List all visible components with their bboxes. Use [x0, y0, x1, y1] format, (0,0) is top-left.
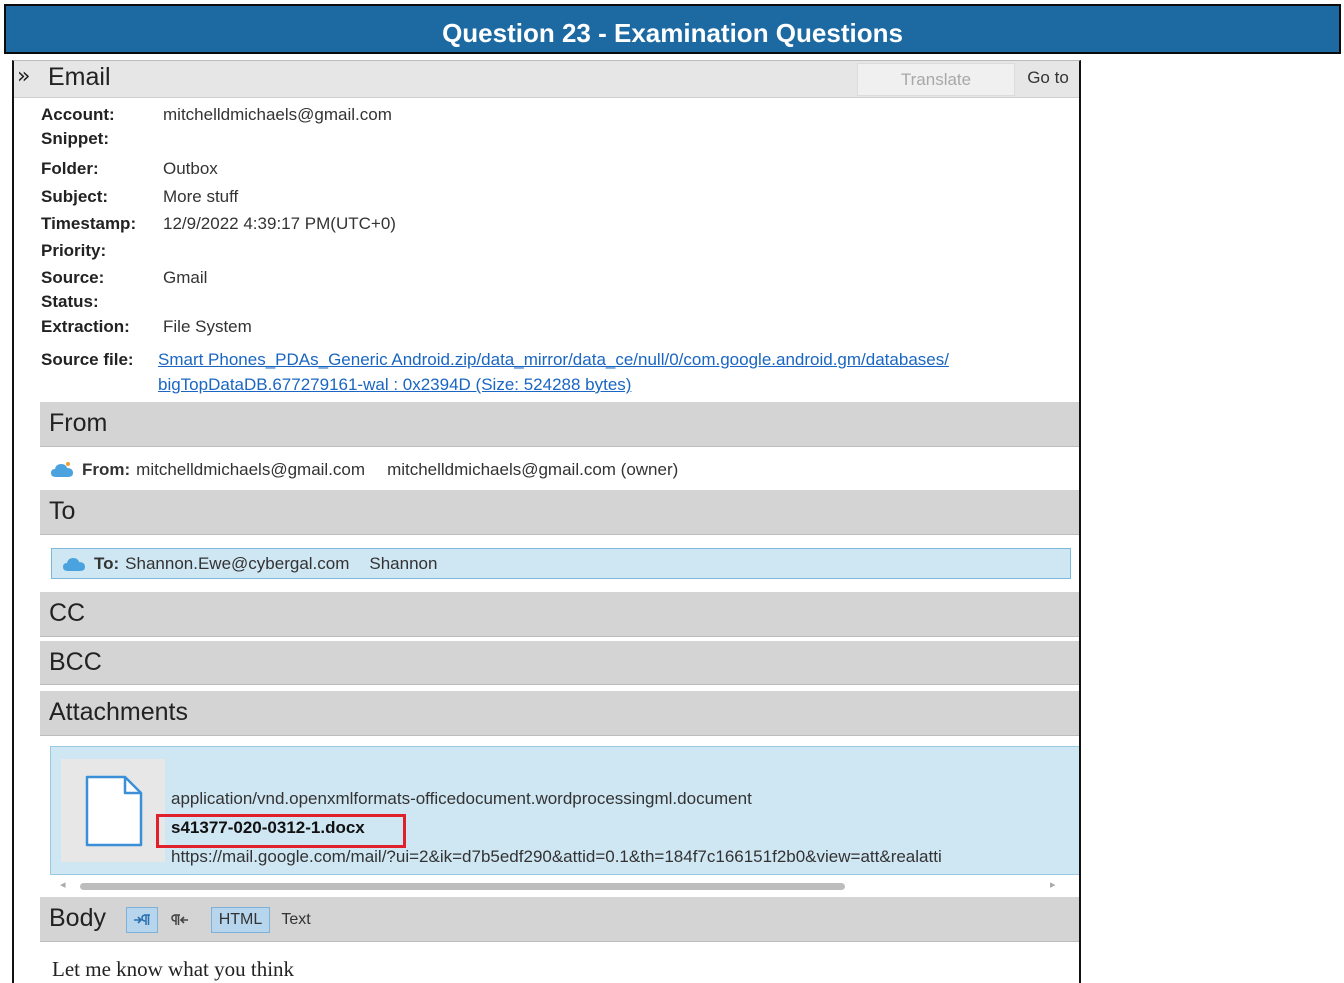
- sourcefile-link-line2[interactable]: bigTopDataDB.677279161-wal : 0x2394D (Si…: [158, 375, 631, 395]
- from-heading: From: [49, 409, 108, 437]
- from-display: mitchelldmichaels@gmail.com (owner): [387, 460, 679, 479]
- attachment-thumbnail: [61, 759, 165, 862]
- from-label: From:: [82, 460, 131, 479]
- email-titlebar: » Email Translate Go to: [14, 61, 1079, 98]
- filename-highlight-box: [156, 814, 406, 848]
- to-section-header: To: [40, 490, 1079, 535]
- from-section-header: From: [40, 402, 1079, 447]
- body-heading: Body: [49, 904, 106, 932]
- sourcefile-link-line1[interactable]: Smart Phones_PDAs_Generic Android.zip/da…: [158, 350, 949, 370]
- attachments-section-header: Attachments: [40, 691, 1079, 736]
- cc-section-header: CC: [40, 592, 1079, 637]
- account-label: Account:: [41, 105, 115, 124]
- scroll-right-arrow-icon[interactable]: ▸: [1050, 878, 1056, 891]
- cloud-contact-icon: [51, 462, 73, 477]
- attachment-mime: application/vnd.openxmlformats-officedoc…: [171, 789, 752, 808]
- document-icon: [85, 775, 143, 847]
- to-display: Shannon: [369, 554, 438, 573]
- to-label: To:: [94, 554, 120, 573]
- to-heading: To: [49, 497, 76, 525]
- double-chevron-icon[interactable]: »: [17, 64, 30, 89]
- question-banner: Question 23 - Examination Questions: [4, 4, 1341, 54]
- cloud-contact-icon: [63, 558, 85, 571]
- source-label: Source:: [41, 268, 105, 287]
- horizontal-scrollbar[interactable]: ◂ ▸: [50, 878, 1079, 894]
- subject-label: Subject:: [41, 187, 109, 206]
- status-label: Status:: [41, 292, 99, 311]
- to-address[interactable]: Shannon.Ewe@cybergal.com: [125, 554, 349, 574]
- cc-heading: CC: [49, 599, 86, 627]
- to-contact-row[interactable]: To: Shannon.Ewe@cybergal.com Shannon: [51, 548, 1071, 579]
- source-value: Gmail: [163, 268, 208, 287]
- rtl-paragraph-icon[interactable]: [166, 907, 194, 933]
- email-body-text: Let me know what you think: [52, 957, 295, 981]
- folder-label: Folder:: [41, 159, 99, 178]
- banner-title: Question 23 - Examination Questions: [442, 17, 903, 48]
- bcc-section-header: BCC: [40, 641, 1079, 685]
- account-value: mitchelldmichaels@gmail.com: [163, 105, 392, 124]
- from-address[interactable]: mitchelldmichaels@gmail.com: [136, 460, 365, 480]
- translate-button[interactable]: Translate: [857, 63, 1015, 96]
- html-view-toggle[interactable]: HTML: [211, 907, 270, 933]
- email-panel: » Email Translate Go to Account: mitchel…: [12, 60, 1081, 983]
- attachment-url[interactable]: https://mail.google.com/mail/?ui=2&ik=d7…: [171, 847, 942, 867]
- attachment-item[interactable]: application/vnd.openxmlformats-officedoc…: [50, 746, 1079, 875]
- attachments-heading: Attachments: [49, 698, 188, 726]
- goto-button[interactable]: Go to: [1017, 63, 1079, 93]
- text-view-toggle[interactable]: Text: [276, 907, 316, 933]
- ltr-paragraph-icon[interactable]: [126, 907, 158, 933]
- timestamp-value: 12/9/2022 4:39:17 PM(UTC+0): [163, 214, 396, 233]
- bcc-heading: BCC: [49, 648, 102, 676]
- extraction-label: Extraction:: [41, 317, 130, 336]
- timestamp-label: Timestamp:: [41, 214, 137, 233]
- scroll-left-arrow-icon[interactable]: ◂: [60, 878, 66, 891]
- subject-value: More stuff: [163, 187, 239, 206]
- folder-value: Outbox: [163, 159, 218, 178]
- sourcefile-label: Source file:: [41, 350, 134, 369]
- from-contact: From: mitchelldmichaels@gmail.com mitche…: [50, 460, 678, 480]
- scroll-thumb[interactable]: [80, 883, 845, 890]
- window-title: Email: [48, 63, 111, 91]
- body-section-header: Body HTML Text: [40, 897, 1079, 942]
- to-contact: To: Shannon.Ewe@cybergal.com Shannon: [62, 554, 437, 574]
- priority-label: Priority:: [41, 241, 107, 260]
- snippet-label: Snippet:: [41, 129, 109, 148]
- extraction-value: File System: [163, 317, 252, 336]
